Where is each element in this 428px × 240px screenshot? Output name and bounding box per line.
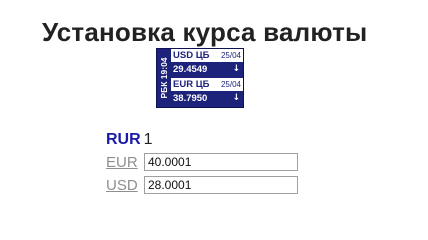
currency-rates-widget[interactable]: РБК 19:04 USD ЦБ 25/04 29.4549 ↓ EUR ЦБ … [156,48,244,108]
widget-usd-rate: 29.4549 [173,64,208,75]
arrow-down-icon: ↓ [232,64,240,74]
widget-row-usd-header: USD ЦБ 25/04 [171,49,243,62]
page-title: Установка курса валюты [42,17,368,47]
base-currency-value: 1 [143,131,153,148]
widget-usd-date: 25/04 [220,51,241,60]
currency-link-usd[interactable]: USD [106,176,142,195]
currency-link-eur[interactable]: EUR [106,153,142,172]
base-currency-code: RUR [106,131,141,148]
widget-row-eur-header: EUR ЦБ 25/04 [171,78,243,91]
currency-row-usd: USD [106,176,298,195]
currency-rate-input-usd[interactable] [144,176,298,194]
currency-rate-input-eur[interactable] [144,153,298,171]
widget-eur-rate: 38.7950 [173,93,208,104]
widget-row-usd-value: 29.4549 ↓ [171,63,243,76]
base-currency-row: RUR 1 [106,131,153,149]
widget-source-text: РБК 19:04 [158,57,169,99]
widget-source-label: РБК 19:04 [157,49,170,107]
widget-eur-currency: EUR ЦБ [173,79,210,90]
widget-row-eur-value: 38.7950 ↓ [171,92,243,105]
widget-eur-date: 25/04 [220,80,241,89]
widget-usd-currency: USD ЦБ [173,50,210,61]
currency-row-eur: EUR [106,153,298,172]
arrow-down-icon: ↓ [232,93,240,103]
